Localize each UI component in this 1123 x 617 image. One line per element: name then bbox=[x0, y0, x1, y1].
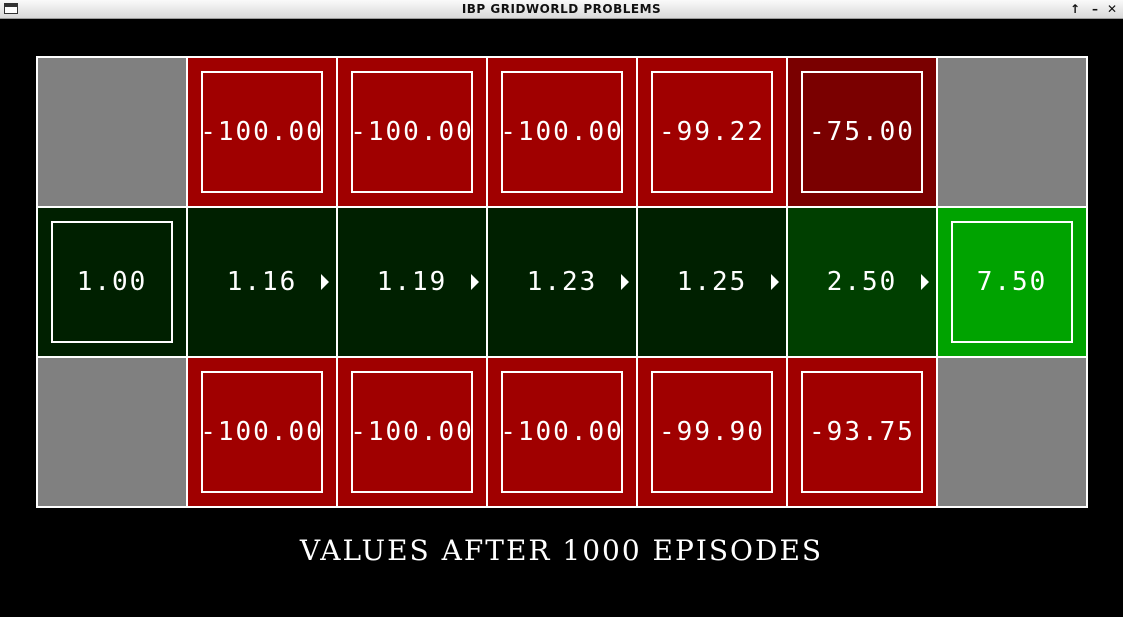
state-value: -100.00 bbox=[350, 117, 474, 147]
gridworld-board: -100.00 -100.00 -100.00 -99.22 -75.00 1.00 1.1… bbox=[36, 56, 1088, 508]
wall-cell bbox=[938, 358, 1086, 506]
state-value: 1.23 bbox=[526, 267, 598, 297]
wall-cell bbox=[38, 358, 186, 506]
state-value: 7.50 bbox=[976, 267, 1048, 297]
state-cell: -100.00 bbox=[488, 358, 636, 506]
close-icon[interactable]: ✕ bbox=[1104, 1, 1120, 17]
state-value: -75.00 bbox=[809, 117, 915, 147]
state-cell: -100.00 bbox=[188, 58, 336, 206]
state-cell: 2.50 bbox=[788, 208, 936, 356]
state-value: 1.19 bbox=[376, 267, 448, 297]
state-cell: -75.00 bbox=[788, 58, 936, 206]
state-value: 1.00 bbox=[76, 267, 148, 297]
policy-arrow-right-icon bbox=[771, 274, 779, 290]
window-titlebar[interactable]: IBP GRIDWORLD PROBLEMS ↑ – ✕ bbox=[0, 0, 1123, 19]
state-value: -93.75 bbox=[809, 417, 915, 447]
state-cell: 1.23 bbox=[488, 208, 636, 356]
state-value: -99.90 bbox=[659, 417, 765, 447]
wall-cell bbox=[938, 58, 1086, 206]
wall-cell bbox=[38, 58, 186, 206]
minimize-icon[interactable]: – bbox=[1087, 1, 1103, 17]
state-cell: -100.00 bbox=[488, 58, 636, 206]
state-cell: 1.16 bbox=[188, 208, 336, 356]
state-value: -100.00 bbox=[200, 117, 324, 147]
state-cell: -99.22 bbox=[638, 58, 786, 206]
state-cell: 7.50 bbox=[938, 208, 1086, 356]
state-value: -100.00 bbox=[200, 417, 324, 447]
state-cell: -100.00 bbox=[188, 358, 336, 506]
policy-arrow-right-icon bbox=[621, 274, 629, 290]
state-cell: -100.00 bbox=[338, 358, 486, 506]
state-cell: -93.75 bbox=[788, 358, 936, 506]
state-cell: 1.19 bbox=[338, 208, 486, 356]
state-value: -100.00 bbox=[500, 117, 624, 147]
state-value: 1.25 bbox=[676, 267, 748, 297]
state-value: 1.16 bbox=[226, 267, 298, 297]
state-cell: -99.90 bbox=[638, 358, 786, 506]
maximize-icon[interactable]: ↑ bbox=[1067, 1, 1083, 17]
window-title: IBP GRIDWORLD PROBLEMS bbox=[461, 2, 662, 16]
state-value: -100.00 bbox=[350, 417, 474, 447]
episode-caption: VALUES AFTER 1000 EPISODES bbox=[299, 534, 824, 567]
state-cell: 1.25 bbox=[638, 208, 786, 356]
state-value: -99.22 bbox=[659, 117, 765, 147]
policy-arrow-right-icon bbox=[321, 274, 329, 290]
state-value: 2.50 bbox=[826, 267, 898, 297]
state-cell: -100.00 bbox=[338, 58, 486, 206]
state-value: -100.00 bbox=[500, 417, 624, 447]
policy-arrow-right-icon bbox=[921, 274, 929, 290]
state-cell: 1.00 bbox=[38, 208, 186, 356]
policy-arrow-right-icon bbox=[471, 274, 479, 290]
